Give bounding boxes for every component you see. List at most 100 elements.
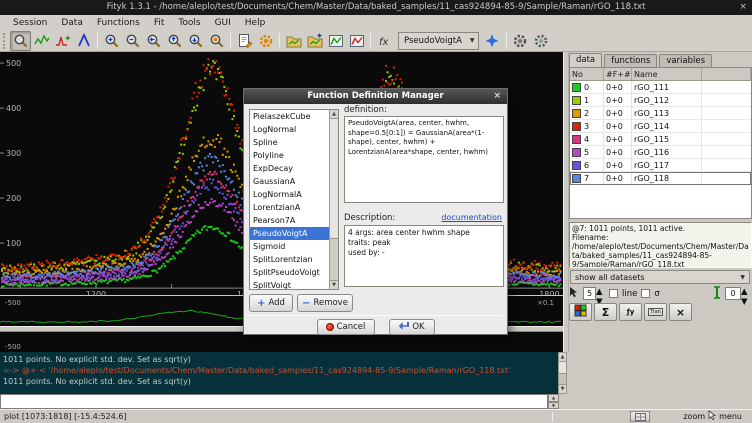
run-script-button[interactable] <box>255 31 276 51</box>
dataset-color-swatch[interactable] <box>572 122 581 131</box>
tab-data[interactable]: data <box>569 53 602 67</box>
point-size-spinner[interactable]: 5 ▲▼ <box>583 287 605 300</box>
activate-data-mode-button[interactable] <box>73 31 94 51</box>
add-peak-mode-button[interactable] <box>52 31 73 51</box>
spin-up-icon[interactable]: ▲ <box>741 287 750 297</box>
function-list-item[interactable]: LorentzianA <box>250 201 331 214</box>
dataset-color-swatch[interactable] <box>572 135 581 144</box>
function-list-item[interactable]: Spline <box>250 136 331 149</box>
window-close-icon[interactable]: × <box>739 0 747 15</box>
function-list-item[interactable]: Sigmoid <box>250 240 331 253</box>
menu-item-session[interactable]: Session <box>6 18 54 28</box>
edit-script-button[interactable] <box>234 31 255 51</box>
dataset-color-swatch[interactable] <box>572 161 581 170</box>
toolbar-grip[interactable] <box>3 33 7 49</box>
definition-textarea[interactable]: PseudoVoigtA(area, center, hwhm, shape=0… <box>344 116 504 203</box>
function-list-item[interactable]: SplitVoigt <box>250 279 331 290</box>
function-list-item[interactable]: Polyline <box>250 149 331 162</box>
define-function-button[interactable]: fx <box>374 31 395 51</box>
function-list-item[interactable]: GaussianA <box>250 175 331 188</box>
shift-spinner[interactable]: 0 ▲▼ <box>725 287 750 300</box>
delete-data-button[interactable]: × <box>669 303 692 321</box>
fit-settings-button[interactable] <box>531 31 552 51</box>
previous-zoom-button[interactable] <box>206 31 227 51</box>
dataset-table[interactable]: No #F+# Name 0 0+0 rGO_111 1 0+0 rGO_112… <box>569 67 752 219</box>
sigma-checkbox[interactable] <box>641 289 650 298</box>
line-checkbox[interactable] <box>609 289 618 298</box>
tab-functions[interactable]: functions <box>604 54 657 67</box>
menu-item-help[interactable]: Help <box>238 18 273 28</box>
spin-up-icon[interactable]: ▲ <box>596 287 605 297</box>
save-session-button[interactable] <box>346 31 367 51</box>
dataset-color-swatch[interactable] <box>572 96 581 105</box>
table-row[interactable]: 5 0+0 rGO_116 <box>570 146 751 159</box>
output-console[interactable]: 1011 points. No explicit std. dev. Set a… <box>0 352 558 394</box>
scrollbar-thumb[interactable] <box>559 362 566 374</box>
menu-item-fit[interactable]: Fit <box>147 18 172 28</box>
column-header-no[interactable]: No <box>570 68 604 80</box>
function-type-list[interactable]: PielaszekCubeLogNormalSplinePolylineExpD… <box>249 109 339 290</box>
cancel-button[interactable]: Cancel <box>317 319 375 335</box>
dataset-color-swatch[interactable] <box>572 83 581 92</box>
spin-down-icon[interactable]: ▼ <box>741 297 750 307</box>
export-plot-button[interactable] <box>325 31 346 51</box>
table-row[interactable]: 2 0+0 rGO_113 <box>570 107 751 120</box>
menu-item-gui[interactable]: GUI <box>208 18 238 28</box>
dataset-color-swatch[interactable] <box>572 148 581 157</box>
scroll-up-icon[interactable]: ▲ <box>559 353 566 362</box>
function-list-item[interactable]: LogNormalA <box>250 188 331 201</box>
list-scrollbar[interactable]: ▲ ▼ <box>329 110 338 289</box>
dataset-color-swatch[interactable] <box>572 174 581 183</box>
column-header-name[interactable]: Name <box>632 68 702 80</box>
add-function-button[interactable]: + Add <box>249 294 293 312</box>
scroll-up-icon[interactable]: ▲ <box>330 110 338 119</box>
documentation-link[interactable]: documentation <box>441 213 502 222</box>
status-settings-button[interactable] <box>630 411 650 422</box>
auxiliary-plot-2[interactable]: -500 <box>0 332 563 352</box>
scrollbar-thumb[interactable] <box>330 119 338 239</box>
table-row[interactable]: 6 0+0 rGO_117 <box>570 159 751 172</box>
function-list-item[interactable]: Pearson7A <box>250 214 331 227</box>
table-row[interactable]: 3 0+0 rGO_114 <box>570 120 751 133</box>
data-colors-button[interactable] <box>569 303 592 321</box>
function-type-dropdown[interactable]: PseudoVoigtA▼ <box>398 32 479 50</box>
function-list-item[interactable]: SplitLorentzian <box>250 253 331 266</box>
ok-button[interactable]: OK <box>389 319 435 335</box>
table-row[interactable]: 1 0+0 rGO_112 <box>570 94 751 107</box>
function-list-item[interactable]: LogNormal <box>250 123 331 136</box>
function-list-item[interactable]: ExpDecay <box>250 162 331 175</box>
menu-item-data[interactable]: Data <box>54 18 90 28</box>
window-titlebar[interactable]: Fityk 1.3.1 - /home/aleplo/test/Document… <box>0 0 752 15</box>
column-header-ff[interactable]: #F+# <box>604 68 632 80</box>
function-list-item[interactable]: PielaszekCube <box>250 110 331 123</box>
dataset-color-swatch[interactable] <box>572 109 581 118</box>
zoom-horizontal-button[interactable] <box>143 31 164 51</box>
function-list-item[interactable]: PseudoVoigtA <box>250 227 331 240</box>
zoom-out-button[interactable] <box>185 31 206 51</box>
transform-data-button[interactable]: Tran <box>644 303 667 321</box>
scroll-down-icon[interactable]: ▼ <box>559 384 566 393</box>
command-history-spinner[interactable]: ▲▼ <box>548 394 559 409</box>
stddev-button[interactable]: ƒy <box>619 303 642 321</box>
table-row[interactable]: 0 0+0 rGO_111 <box>570 81 751 94</box>
scroll-down-icon[interactable]: ▼ <box>330 280 338 289</box>
table-row[interactable]: 7 0+0 rGO_118 <box>570 172 751 185</box>
zoom-in-button[interactable] <box>164 31 185 51</box>
tab-variables[interactable]: variables <box>659 54 712 67</box>
zoom-vertical-button[interactable] <box>122 31 143 51</box>
command-input[interactable] <box>0 394 548 409</box>
zoom-mode-button[interactable] <box>10 31 31 51</box>
menu-item-functions[interactable]: Functions <box>90 18 147 28</box>
show-datasets-dropdown[interactable]: show all datasets ▼ <box>570 270 750 284</box>
table-row[interactable]: 4 0+0 rGO_115 <box>570 133 751 146</box>
data-range-mode-button[interactable] <box>31 31 52 51</box>
sum-datasets-button[interactable]: Σ <box>594 303 617 321</box>
menu-item-tools[interactable]: Tools <box>171 18 207 28</box>
auto-add-peak-button[interactable] <box>482 31 503 51</box>
console-scrollbar[interactable]: ▲ ▼ <box>558 352 567 394</box>
function-list-item[interactable]: SplitPseudoVoigt <box>250 266 331 279</box>
open-data-button[interactable] <box>283 31 304 51</box>
zoom-all-button[interactable] <box>101 31 122 51</box>
append-data-button[interactable] <box>304 31 325 51</box>
fit-run-button[interactable] <box>510 31 531 51</box>
